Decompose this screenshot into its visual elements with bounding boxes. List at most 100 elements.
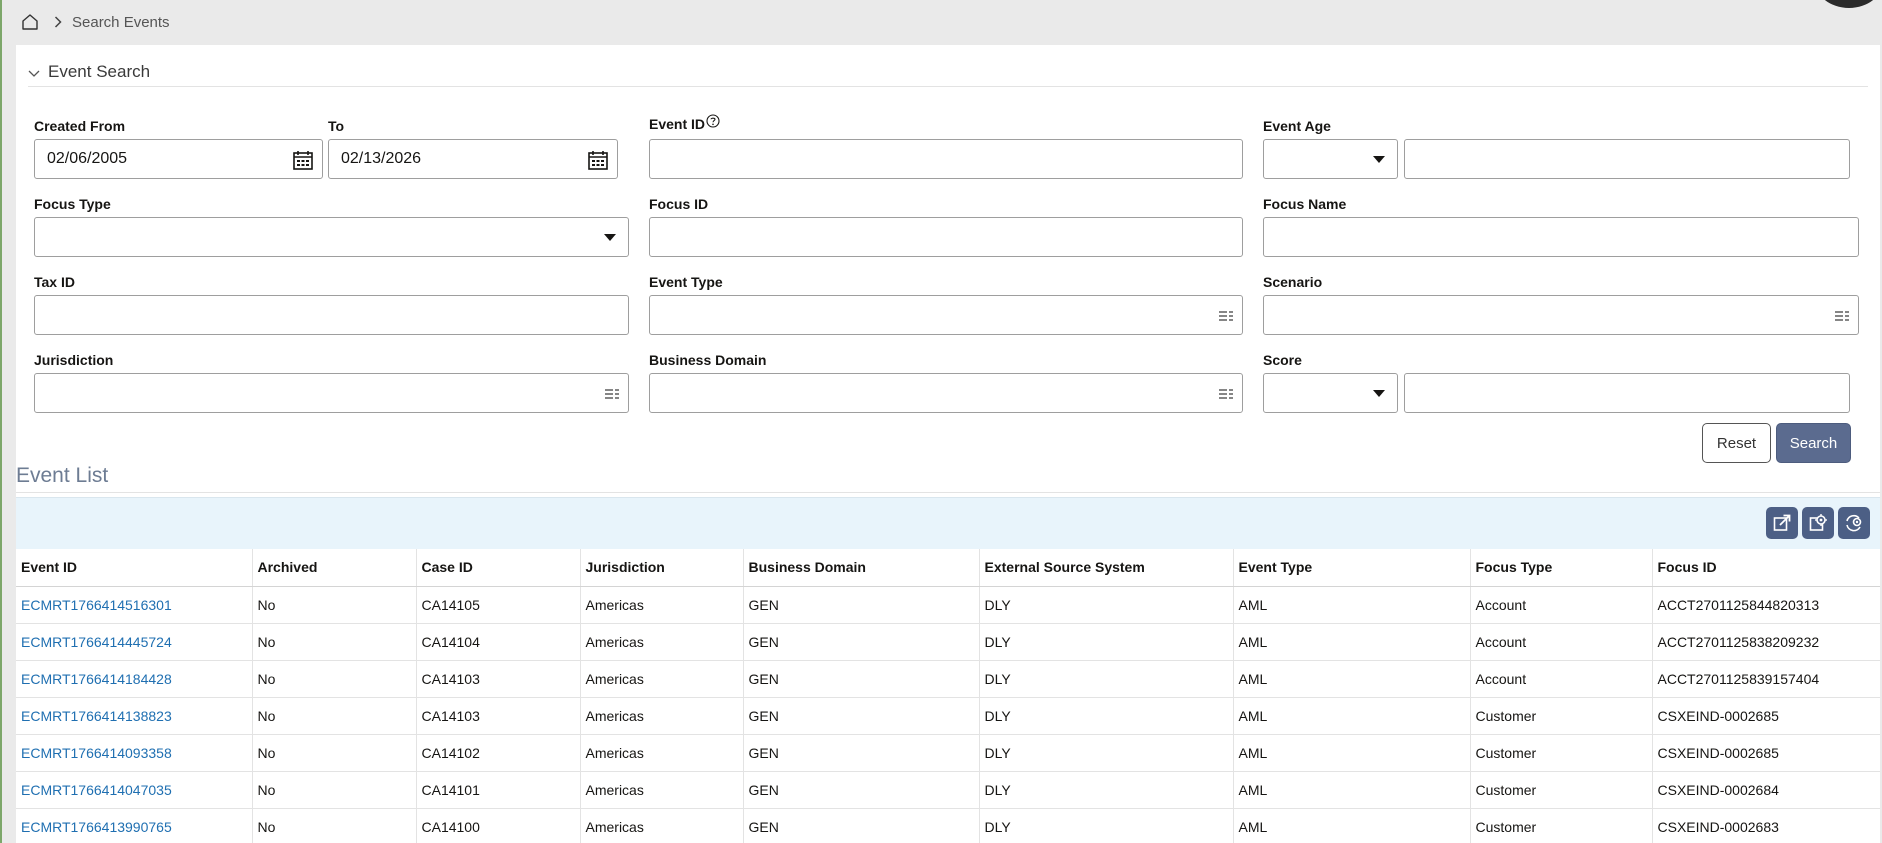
column-header-focus-id[interactable]: Focus ID [1651, 549, 1880, 587]
cell-focus-id: ACCT2701125839157404 [1651, 660, 1880, 698]
cell-focus-type: Customer [1469, 808, 1652, 843]
table-row[interactable]: ECMRT1766414516301 No CA14105 Americas GEN DL… [16, 586, 1880, 624]
home-icon[interactable] [20, 12, 40, 32]
reset-settings-button[interactable] [1838, 507, 1870, 539]
divider [16, 492, 1880, 493]
cell-business-domain: GEN [742, 697, 979, 735]
scenario-label: Scenario [1263, 274, 1323, 290]
cell-event-type: AML [1232, 697, 1470, 735]
column-header-event-type[interactable]: Event Type [1232, 549, 1470, 587]
jurisdiction-multiselect[interactable] [34, 373, 629, 413]
cell-external-source-system: DLY [978, 734, 1233, 772]
cell-case-id: CA14101 [415, 771, 580, 809]
search-button[interactable]: Search [1776, 423, 1851, 463]
event-list-table: Event ID Archived Case ID Jurisdiction Busin… [16, 549, 1880, 843]
list-select-icon[interactable] [1218, 309, 1234, 328]
refresh-settings-icon [1844, 513, 1864, 533]
table-row[interactable]: ECMRT1766414093358 No CA14102 Americas GEN DL… [16, 734, 1880, 772]
score-input[interactable] [1404, 373, 1850, 413]
event-id-link[interactable]: ECMRT1766413990765 [21, 819, 172, 835]
cell-jurisdiction: Americas [579, 734, 743, 772]
event-id-link[interactable]: ECMRT1766414184428 [21, 671, 172, 687]
focus-name-label: Focus Name [1263, 196, 1347, 212]
event-id-input[interactable] [649, 139, 1243, 179]
cell-focus-type: Customer [1469, 697, 1652, 735]
list-select-icon[interactable] [604, 387, 620, 406]
column-header-event-id[interactable]: Event ID [16, 549, 252, 587]
cell-event-type: AML [1232, 771, 1470, 809]
cell-focus-type: Account [1469, 623, 1652, 661]
caret-down-icon [1373, 156, 1385, 163]
cell-case-id: CA14103 [415, 660, 580, 698]
cell-event-id: ECMRT1766414516301 [16, 586, 252, 624]
cell-focus-id: CSXEIND-0002684 [1651, 771, 1880, 809]
chevron-right-icon [54, 16, 62, 28]
table-row[interactable]: ECMRT1766413990765 No CA14100 Americas GEN DL… [16, 808, 1880, 843]
cell-jurisdiction: Americas [579, 586, 743, 624]
calendar-icon[interactable] [587, 149, 609, 171]
focus-id-input[interactable] [649, 217, 1243, 257]
cell-external-source-system: DLY [978, 623, 1233, 661]
event-type-multiselect[interactable] [649, 295, 1243, 335]
list-select-icon[interactable] [1218, 387, 1234, 406]
cell-case-id: CA14105 [415, 586, 580, 624]
column-settings-button[interactable] [1802, 507, 1834, 539]
cell-case-id: CA14102 [415, 734, 580, 772]
focus-name-input[interactable] [1263, 217, 1859, 257]
table-row[interactable]: ECMRT1766414445724 No CA14104 Americas GEN DL… [16, 623, 1880, 661]
to-date-value: 02/13/2026 [341, 150, 422, 167]
main-panel: Event Search Created From 02/06/2005 To … [16, 45, 1880, 843]
export-button[interactable] [1766, 507, 1798, 539]
cell-jurisdiction: Americas [579, 771, 743, 809]
calendar-icon[interactable] [292, 149, 314, 171]
column-header-case-id[interactable]: Case ID [415, 549, 580, 587]
to-date-field[interactable]: 02/13/2026 [328, 139, 618, 179]
cell-business-domain: GEN [742, 808, 979, 843]
cell-jurisdiction: Americas [579, 697, 743, 735]
cell-case-id: CA14103 [415, 697, 580, 735]
cell-focus-type: Account [1469, 586, 1652, 624]
cell-archived: No [251, 623, 416, 661]
tax-id-input[interactable] [34, 295, 629, 335]
list-select-icon[interactable] [1834, 309, 1850, 328]
event-id-link[interactable]: ECMRT1766414047035 [21, 782, 172, 798]
event-list-title: Event List [16, 464, 109, 487]
cell-event-type: AML [1232, 808, 1470, 843]
chevron-down-icon[interactable] [28, 70, 42, 78]
cell-case-id: CA14104 [415, 623, 580, 661]
event-id-link[interactable]: ECMRT1766414516301 [21, 597, 172, 613]
column-header-focus-type[interactable]: Focus Type [1469, 549, 1652, 587]
cell-business-domain: GEN [742, 734, 979, 772]
avatar[interactable] [1814, 0, 1882, 8]
table-row[interactable]: ECMRT1766414047035 No CA14101 Americas GEN DL… [16, 771, 1880, 809]
event-id-link[interactable]: ECMRT1766414138823 [21, 708, 172, 724]
cell-business-domain: GEN [742, 623, 979, 661]
column-header-business-domain[interactable]: Business Domain [742, 549, 979, 587]
reset-button[interactable]: Reset [1702, 423, 1771, 463]
business-domain-multiselect[interactable] [649, 373, 1243, 413]
event-search-header[interactable]: Event Search [28, 57, 1868, 87]
score-operator-select[interactable] [1263, 373, 1398, 413]
table-body: ECMRT1766414516301 No CA14105 Americas GEN DL… [16, 586, 1880, 843]
column-header-archived[interactable]: Archived [251, 549, 416, 587]
table-row[interactable]: ECMRT1766414184428 No CA14103 Americas GEN DL… [16, 660, 1880, 698]
created-from-value: 02/06/2005 [47, 150, 128, 167]
event-id-label: Event ID [649, 114, 720, 132]
column-header-external-source-system[interactable]: External Source System [978, 549, 1233, 587]
column-header-jurisdiction[interactable]: Jurisdiction [579, 549, 743, 587]
event-id-link[interactable]: ECMRT1766414445724 [21, 634, 172, 650]
cell-focus-id: CSXEIND-0002685 [1651, 734, 1880, 772]
created-from-field[interactable]: 02/06/2005 [34, 139, 323, 179]
event-age-operator-select[interactable] [1263, 139, 1398, 179]
help-icon[interactable] [706, 114, 720, 128]
cell-event-type: AML [1232, 623, 1470, 661]
business-domain-label: Business Domain [649, 352, 767, 368]
cell-external-source-system: DLY [978, 660, 1233, 698]
table-header-row: Event ID Archived Case ID Jurisdiction Busin… [16, 549, 1880, 587]
cell-jurisdiction: Americas [579, 623, 743, 661]
event-id-link[interactable]: ECMRT1766414093358 [21, 745, 172, 761]
table-row[interactable]: ECMRT1766414138823 No CA14103 Americas GEN DL… [16, 697, 1880, 735]
event-age-input[interactable] [1404, 139, 1850, 179]
focus-type-select[interactable] [34, 217, 629, 257]
scenario-multiselect[interactable] [1263, 295, 1859, 335]
